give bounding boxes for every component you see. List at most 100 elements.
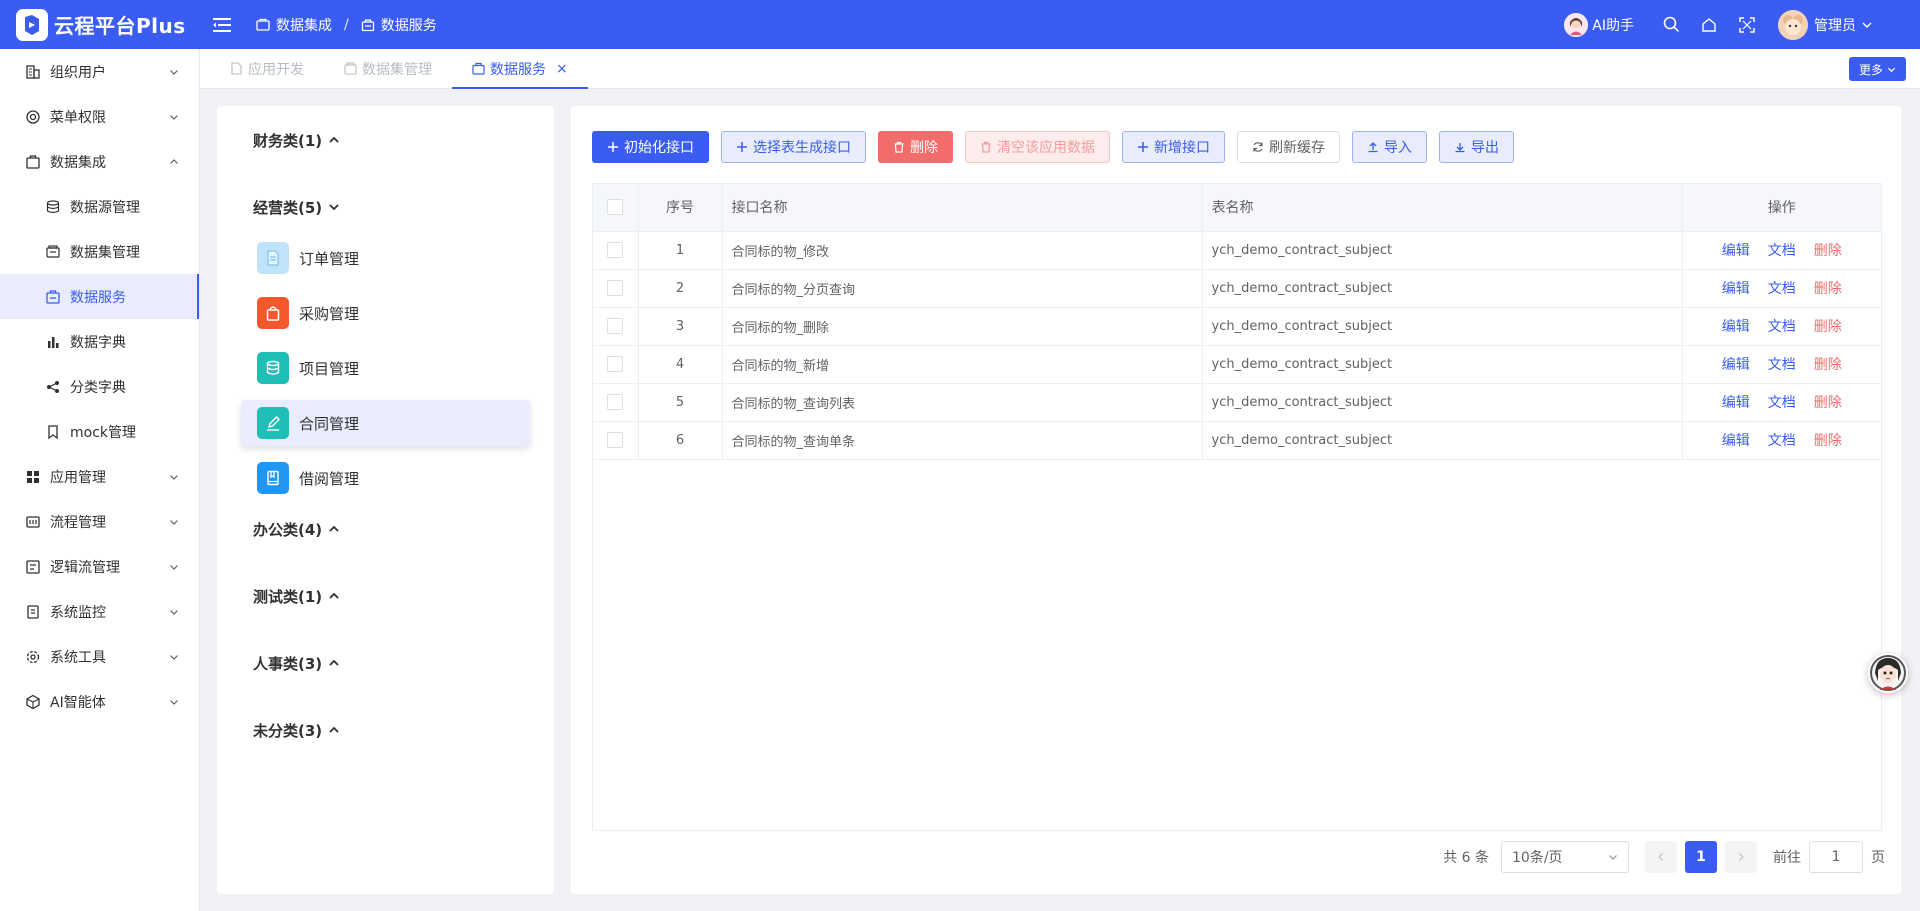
- row-checkbox[interactable]: [607, 394, 624, 410]
- category-item-project[interactable]: 项目管理: [241, 345, 530, 391]
- import-button[interactable]: 导入: [1352, 131, 1427, 163]
- edit-link[interactable]: 编辑: [1722, 433, 1750, 449]
- row-checkbox[interactable]: [607, 242, 624, 258]
- chevron-up-icon: [329, 136, 339, 143]
- select-table-generate-button[interactable]: 选择表生成接口: [721, 131, 866, 163]
- chevron-up-icon: [329, 659, 339, 666]
- delete-link[interactable]: 删除: [1814, 395, 1842, 411]
- breadcrumb-item-data-integration[interactable]: 数据集成: [256, 15, 332, 35]
- edit-link[interactable]: 编辑: [1722, 395, 1750, 411]
- data-service-icon: [472, 62, 485, 75]
- chevron-down-icon: [329, 204, 339, 211]
- category-group: 经营类(5) 订单管理 采购管理 项目管理 合同管理 借阅管理: [241, 197, 530, 501]
- document-icon: [257, 242, 289, 274]
- delete-link[interactable]: 删除: [1814, 243, 1842, 259]
- category-group: 财务类(1): [241, 130, 530, 150]
- category-group-finance[interactable]: 财务类(1): [253, 130, 530, 150]
- prev-page-button[interactable]: [1645, 841, 1677, 873]
- delete-link[interactable]: 删除: [1814, 357, 1842, 373]
- doc-link[interactable]: 文档: [1768, 243, 1796, 259]
- floating-ai-assistant-icon[interactable]: [1868, 653, 1908, 693]
- sidebar-item-datasource[interactable]: 数据源管理: [0, 184, 199, 229]
- sidebar-item-flow-management[interactable]: 流程管理: [0, 499, 199, 544]
- more-button[interactable]: 更多: [1848, 57, 1906, 81]
- delete-button[interactable]: 删除: [878, 131, 953, 163]
- sidebar-item-app-management[interactable]: 应用管理: [0, 454, 199, 499]
- sidebar-item-category-dictionary[interactable]: 分类字典: [0, 364, 199, 409]
- sidebar-item-logic-flow[interactable]: 逻辑流管理: [0, 544, 199, 589]
- export-button[interactable]: 导出: [1439, 131, 1514, 163]
- menu-toggle-icon[interactable]: [212, 15, 232, 35]
- category-group-office[interactable]: 办公类(4): [253, 519, 530, 539]
- sidebar-item-data-dictionary[interactable]: 数据字典: [0, 319, 199, 364]
- search-icon[interactable]: [1652, 6, 1690, 44]
- clear-app-data-button[interactable]: 清空该应用数据: [965, 131, 1110, 163]
- category-item-borrow[interactable]: 借阅管理: [241, 455, 530, 501]
- sidebar-item-menu-permissions[interactable]: 菜单权限: [0, 94, 199, 139]
- sidebar-item-mock[interactable]: mock管理: [0, 409, 199, 454]
- tab-dataset-management[interactable]: 数据集管理: [324, 49, 452, 88]
- download-icon: [1455, 143, 1465, 153]
- edit-link[interactable]: 编辑: [1722, 281, 1750, 297]
- sidebar-item-data-service[interactable]: 数据服务: [0, 274, 199, 319]
- more-label: 更多: [1858, 62, 1883, 77]
- select-all-checkbox[interactable]: [607, 199, 624, 216]
- category-group-uncategorized[interactable]: 未分类(3): [253, 720, 530, 740]
- sidebar-item-system-tools[interactable]: 系统工具: [0, 634, 199, 679]
- category-item-contract[interactable]: 合同管理: [241, 400, 530, 446]
- edit-link[interactable]: 编辑: [1722, 357, 1750, 373]
- row-checkbox[interactable]: [607, 280, 624, 296]
- breadcrumb-item-data-service: 数据服务: [361, 15, 437, 35]
- sidebar-item-dataset[interactable]: 数据集管理: [0, 229, 199, 274]
- page-number-current[interactable]: 1: [1685, 841, 1717, 873]
- sidebar-item-label: 数据字典: [70, 334, 126, 351]
- refresh-cache-button[interactable]: 刷新缓存: [1237, 131, 1340, 163]
- doc-link[interactable]: 文档: [1768, 281, 1796, 297]
- chevron-down-icon: [170, 609, 178, 615]
- breadcrumb-label: 数据服务: [380, 17, 437, 34]
- goto-page-input[interactable]: [1809, 841, 1863, 873]
- edit-link[interactable]: 编辑: [1722, 243, 1750, 259]
- chevron-down-icon: [170, 519, 178, 525]
- home-icon[interactable]: [1690, 6, 1728, 44]
- sidebar-item-system-monitor[interactable]: 系统监控: [0, 589, 199, 634]
- category-group-hr[interactable]: 人事类(3): [253, 653, 530, 673]
- gear-icon: [24, 648, 42, 666]
- user-menu[interactable]: 管理员: [1778, 9, 1872, 40]
- category-item-order[interactable]: 订单管理: [241, 235, 530, 281]
- top-header: 云程平台Plus 数据集成 / 数据服务 AI助手 管理员: [0, 0, 1920, 49]
- next-page-button[interactable]: [1725, 841, 1757, 873]
- category-group-test[interactable]: 测试类(1): [253, 586, 530, 606]
- sidebar-item-ai-agent[interactable]: AI智能体: [0, 679, 199, 724]
- category-item-purchase[interactable]: 采购管理: [241, 290, 530, 336]
- fullscreen-icon[interactable]: [1728, 6, 1766, 44]
- tab-data-service[interactable]: 数据服务 ×: [452, 49, 588, 89]
- doc-link[interactable]: 文档: [1768, 357, 1796, 373]
- table-row: 2 合同标的物_分页查询 ych_demo_contract_subject 编…: [593, 269, 1881, 308]
- add-api-button[interactable]: 新增接口: [1122, 131, 1225, 163]
- pagination-total: 共 6 条: [1443, 850, 1489, 866]
- row-checkbox[interactable]: [607, 356, 624, 372]
- tab-app-development[interactable]: 应用开发: [210, 49, 324, 88]
- sidebar-item-label: 数据源管理: [70, 199, 140, 216]
- close-icon[interactable]: ×: [556, 61, 568, 77]
- delete-link[interactable]: 删除: [1814, 281, 1842, 297]
- row-checkbox[interactable]: [607, 432, 624, 448]
- sidebar-item-org-users[interactable]: 组织用户: [0, 49, 199, 94]
- ai-assistant-button[interactable]: AI助手: [1564, 12, 1634, 37]
- doc-link[interactable]: 文档: [1768, 433, 1796, 449]
- doc-link[interactable]: 文档: [1768, 395, 1796, 411]
- row-checkbox[interactable]: [607, 318, 624, 334]
- row-table-name: ych_demo_contract_subject: [1202, 421, 1683, 460]
- category-group-business[interactable]: 经营类(5): [253, 197, 530, 217]
- button-label: 初始化接口: [624, 140, 694, 156]
- page-size-select[interactable]: 10条/页: [1501, 841, 1629, 873]
- row-select-cell: [593, 345, 639, 384]
- delete-link[interactable]: 删除: [1814, 433, 1842, 449]
- doc-link[interactable]: 文档: [1768, 319, 1796, 335]
- app-logo[interactable]: 云程平台Plus: [0, 8, 200, 41]
- init-api-button[interactable]: 初始化接口: [592, 131, 709, 163]
- delete-link[interactable]: 删除: [1814, 319, 1842, 335]
- sidebar-item-data-integration[interactable]: 数据集成: [0, 139, 199, 184]
- edit-link[interactable]: 编辑: [1722, 319, 1750, 335]
